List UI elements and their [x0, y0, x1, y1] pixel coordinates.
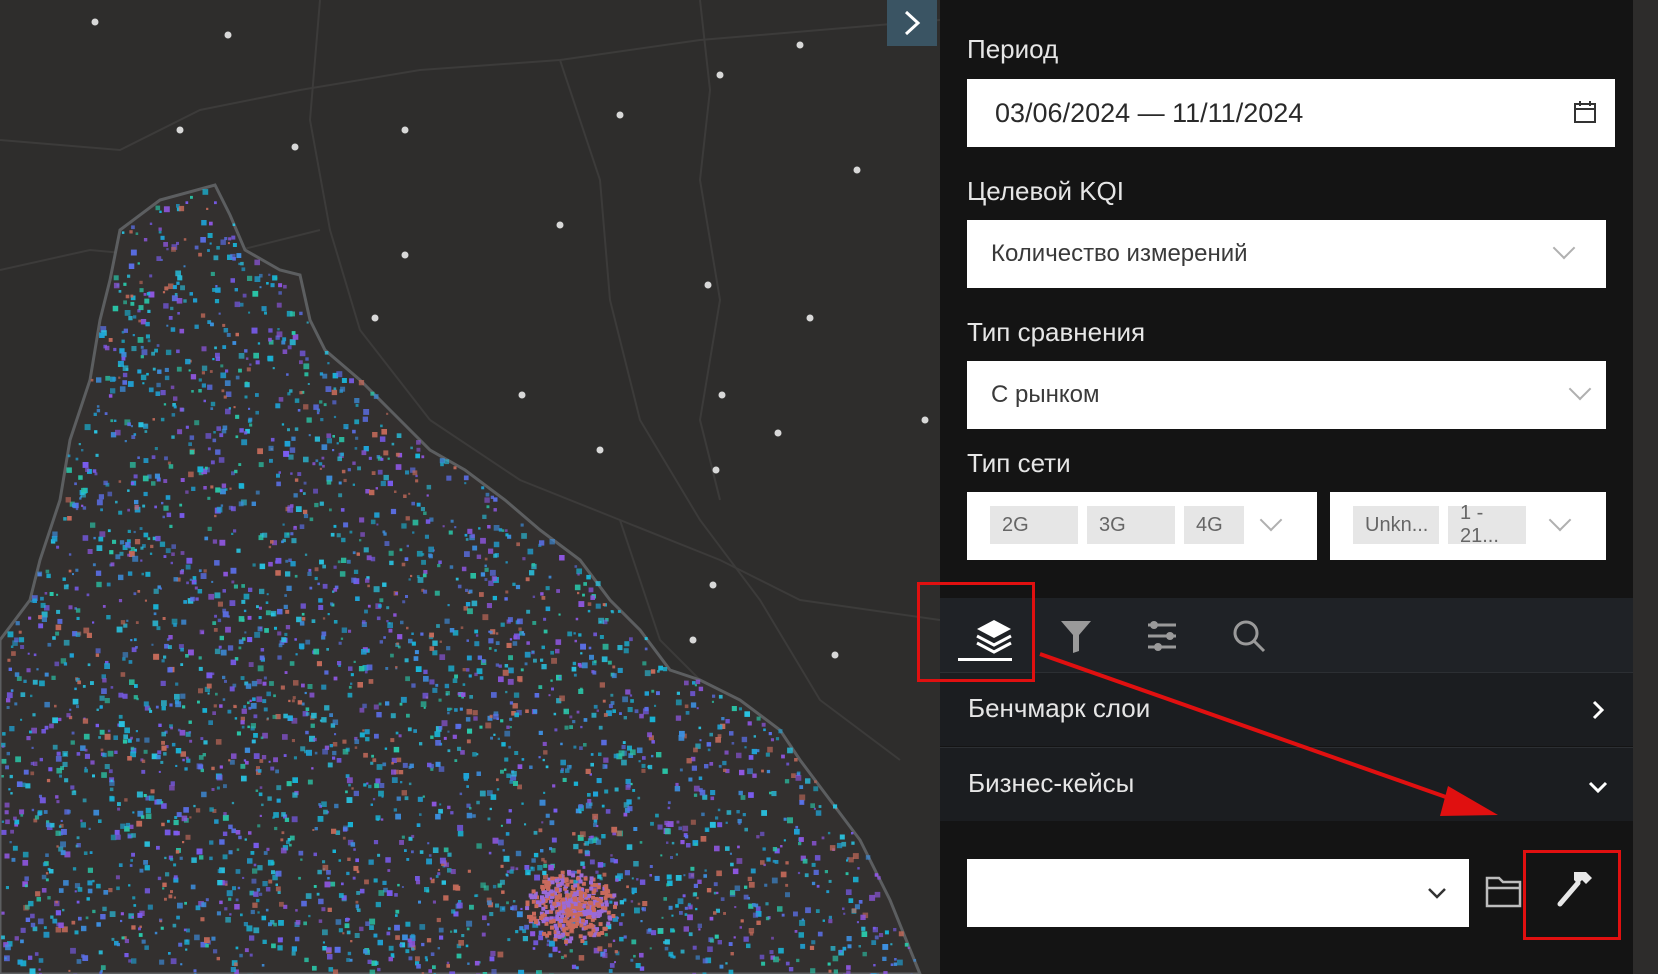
network-type-select[interactable]: 2G 3G 4G: [967, 492, 1317, 560]
section-benchmark-layers-label: Бенчмарк слои: [968, 693, 1151, 723]
kqi-select[interactable]: Количество измерений: [967, 220, 1606, 288]
chevron-right-icon: [1592, 700, 1605, 720]
search-icon: [1233, 620, 1266, 653]
section-business-cases[interactable]: Бизнес-кейсы: [940, 747, 1633, 821]
section-business-cases-label: Бизнес-кейсы: [968, 768, 1135, 798]
chevron-down-icon: [1588, 781, 1608, 794]
active-tab-underline: [958, 658, 1012, 661]
kqi-label: Целевой KQI: [967, 176, 1124, 206]
open-folder-button[interactable]: [1484, 872, 1528, 914]
comparison-type-value: С рынком: [991, 381, 1100, 408]
chevron-right-icon: [904, 10, 921, 36]
chevron-down-icon: [1552, 236, 1576, 260]
network-chip-unknown[interactable]: Unkn...: [1353, 506, 1439, 544]
business-cases-content: [940, 822, 1633, 974]
network-chip-2g[interactable]: 2G: [990, 506, 1078, 544]
business-case-select[interactable]: [967, 859, 1469, 927]
search-tab[interactable]: [1217, 608, 1281, 664]
period-date-value: 03/06/2024 — 11/11/2024: [995, 97, 1304, 128]
comparison-type-label: Тип сравнения: [967, 317, 1146, 347]
layers-tab[interactable]: [962, 608, 1026, 664]
network-chip-4g[interactable]: 4G: [1184, 506, 1244, 544]
chevron-down-icon: [1259, 508, 1283, 532]
comparison-type-select[interactable]: С рынком: [967, 361, 1606, 429]
map-view[interactable]: [0, 0, 940, 974]
section-benchmark-layers[interactable]: Бенчмарк слои: [940, 672, 1633, 746]
layers-icon: [976, 620, 1012, 654]
sliders-icon: [1148, 621, 1176, 651]
network-type-label: Тип сети: [967, 448, 1071, 478]
kqi-select-value: Количество измерений: [991, 240, 1248, 267]
network-chip-3g[interactable]: 3G: [1087, 506, 1175, 544]
filter-tab[interactable]: [1044, 608, 1108, 664]
collapse-panel-button[interactable]: [887, 0, 937, 46]
network-chip-range[interactable]: 1 - 21...: [1448, 502, 1526, 547]
period-label: Период: [967, 34, 1059, 64]
hammer-icon: [1557, 872, 1592, 907]
chevron-down-icon: [1568, 377, 1592, 401]
map-canvas[interactable]: [0, 0, 940, 974]
calendar-icon[interactable]: [1573, 100, 1597, 124]
chevron-down-icon: [1548, 508, 1572, 532]
folder-icon: [1485, 876, 1522, 908]
panel-toolbar: [940, 598, 1633, 672]
chevron-down-icon: [1428, 888, 1446, 899]
network-extra-select[interactable]: Unkn... 1 - 21...: [1330, 492, 1606, 560]
filter-icon: [1061, 621, 1091, 653]
build-tool-button[interactable]: [1552, 866, 1602, 918]
period-date-field[interactable]: 03/06/2024 — 11/11/2024: [967, 79, 1615, 147]
settings-tab[interactable]: [1130, 608, 1194, 664]
panel-scroll-strip: [1633, 0, 1658, 974]
